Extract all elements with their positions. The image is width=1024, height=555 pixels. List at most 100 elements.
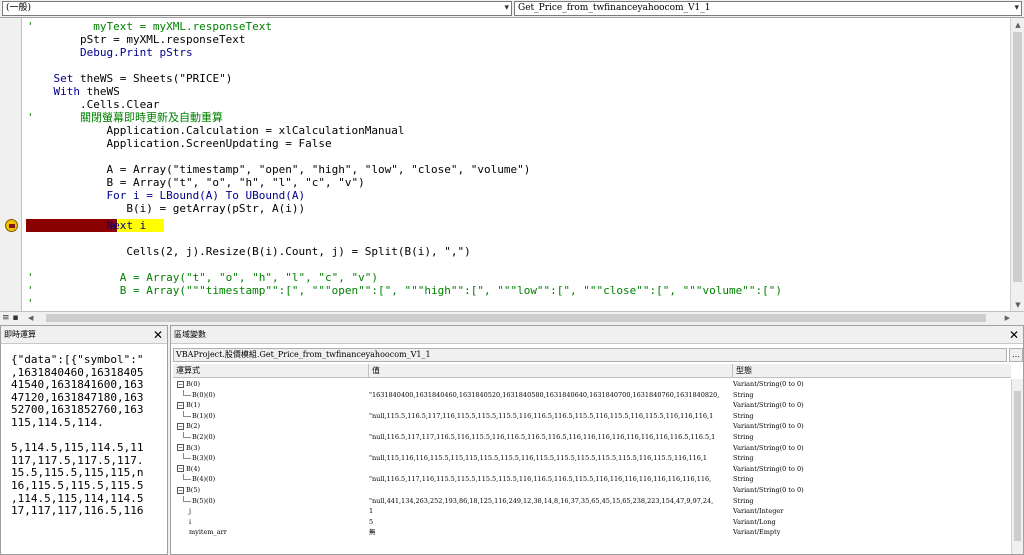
locals-type: String: [733, 411, 754, 420]
locals-row[interactable]: − B(0) Variant/String(0 to 0): [173, 379, 1011, 390]
locals-expression: i: [189, 517, 192, 526]
code-line: Cells(2, j).Resize(B(i).Count, j) = Spli…: [27, 245, 471, 258]
locals-window-title: 區域變數: [171, 326, 1023, 344]
keyword: Set: [53, 72, 74, 85]
locals-expression: B(0)(0): [173, 389, 368, 401]
locals-row[interactable]: j 1 Variant/Integer: [173, 506, 1011, 517]
tree-connector-icon: [183, 432, 191, 438]
locals-value[interactable]: "null,441,134,263,252,193,86,18,125,116,…: [369, 496, 729, 507]
locals-value[interactable]: "1631840400,1631840460,1631840520,163184…: [369, 390, 729, 401]
tree-connector-icon: [183, 474, 191, 481]
code-line: For i = LBound(A) To UBound(A): [27, 189, 306, 202]
locals-row[interactable]: − B(4) Variant/String(0 to 0): [173, 464, 1011, 475]
scroll-thumb[interactable]: [46, 314, 986, 322]
code-line: .Cells.Clear: [27, 98, 160, 111]
locals-row[interactable]: B(2)(0) "null,116.5,117,117,116.5,116,115…: [173, 432, 1011, 443]
code-line: Application.ScreenUpdating = False: [27, 137, 332, 150]
scroll-thumb[interactable]: [1014, 391, 1021, 541]
procedure-dropdown[interactable]: Get_Price_from_twfinanceyahoocom_V1_1 ▾: [514, 1, 1022, 16]
keyword: With: [53, 85, 81, 98]
call-stack-path: VBAProject.股價模組.Get_Price_from_twfinance…: [173, 348, 1007, 362]
chevron-down-icon[interactable]: ▾: [1014, 2, 1019, 15]
locals-expression: myitem_arr: [189, 528, 227, 537]
scroll-right-icon[interactable]: ▶: [1005, 312, 1010, 324]
code-line: Set theWS = Sheets("PRICE"): [53, 72, 233, 85]
code-line: B(i) = getArray(pStr, A(i)): [27, 202, 306, 215]
collapse-icon[interactable]: −: [177, 444, 184, 452]
locals-row[interactable]: B(1)(0) "null,115.5,116.5,117,116,115.5,1…: [173, 410, 1011, 422]
locals-value[interactable]: "null,115.5,116.5,117,116,115.5,115.5,11…: [369, 411, 729, 422]
locals-row[interactable]: − B(2) Variant/String(0 to 0): [173, 421, 1011, 432]
code-line-current: Next i: [27, 219, 147, 232]
view-toggle-icon[interactable]: ≡ ▪: [2, 312, 19, 324]
scroll-down-icon[interactable]: ▼: [1011, 298, 1024, 312]
code-line: Application.Calculation = xlCalculationM…: [27, 124, 405, 137]
chevron-down-icon[interactable]: ▾: [504, 2, 509, 15]
code-line: ': [27, 297, 34, 310]
locals-expression: j: [189, 507, 192, 516]
locals-tree[interactable]: − B(0) Variant/String(0 to 0) B(0)(0) "16318…: [173, 379, 1011, 554]
locals-expression: B(1)(0): [173, 410, 368, 422]
code-editor[interactable]: ' myText = myXML.responseText pStr = myX…: [0, 17, 1024, 312]
locals-type: Variant/Long: [733, 517, 776, 526]
procedure-dropdown-value: Get_Price_from_twfinanceyahoocom_V1_1: [518, 3, 711, 13]
locals-row[interactable]: − B(1) Variant/String(0 to 0): [173, 400, 1011, 411]
locals-row[interactable]: B(0)(0) "1631840400,1631840460,1631840520…: [173, 389, 1011, 401]
locals-type: Variant/String(0 to 0): [733, 443, 804, 452]
locals-type: String: [733, 496, 754, 505]
indicator-margin[interactable]: [0, 18, 22, 312]
collapse-icon[interactable]: −: [177, 422, 184, 430]
object-dropdown[interactable]: (一般) ▾: [2, 1, 512, 16]
column-header-expression[interactable]: 運算式: [173, 364, 369, 378]
locals-type: Variant/String(0 to 0): [733, 401, 804, 410]
locals-expression: − B(5): [177, 486, 200, 494]
locals-type: Variant/String(0 to 0): [733, 486, 804, 494]
tree-connector-icon: [183, 495, 191, 502]
code-line: B = Array("t", "o", "h", "l", "c", "v"): [27, 176, 365, 189]
tree-connector-icon: [183, 389, 191, 396]
scroll-thumb[interactable]: [1013, 32, 1022, 282]
scroll-up-icon[interactable]: ▲: [1011, 18, 1024, 32]
code-area[interactable]: ' myText = myXML.responseText pStr = myX…: [22, 18, 1010, 312]
column-header-type[interactable]: 型態: [733, 364, 1011, 378]
tree-connector-icon: [183, 453, 191, 460]
collapse-icon[interactable]: −: [177, 380, 184, 388]
column-header-value[interactable]: 值: [369, 364, 733, 378]
locals-row[interactable]: B(4)(0) "null,116.5,117,116,115.5,115.5,1…: [173, 474, 1011, 485]
locals-value[interactable]: 1: [369, 506, 729, 517]
locals-value[interactable]: "null,116.5,117,116,115.5,115.5,115.5,11…: [369, 474, 729, 485]
locals-expression: B(5)(0): [173, 495, 368, 507]
code-line: pStr = myXML.responseText: [27, 33, 246, 46]
locals-value[interactable]: 5: [369, 517, 729, 528]
locals-row[interactable]: − B(5) Variant/String(0 to 0): [173, 485, 1011, 496]
call-stack-button[interactable]: …: [1009, 348, 1023, 362]
locals-expression: B(3)(0): [173, 453, 368, 464]
locals-expression: − B(3): [177, 443, 200, 452]
locals-value[interactable]: 無: [369, 527, 729, 538]
locals-vertical-scrollbar[interactable]: [1011, 379, 1023, 554]
locals-value[interactable]: "null,116.5,117,117,116.5,116,115.5,116,…: [369, 432, 729, 443]
collapse-icon[interactable]: −: [177, 465, 184, 473]
locals-type: String: [733, 390, 754, 399]
code-vertical-scrollbar[interactable]: ▲ ▼: [1010, 18, 1024, 312]
collapse-icon[interactable]: −: [177, 401, 184, 409]
code-line: ' A = Array("t", "o", "h", "l", "c", "v"…: [27, 271, 378, 284]
immediate-window[interactable]: 即時運算 ✕ {"data":[{"symbol":" ,1631840460,…: [0, 325, 168, 555]
scroll-left-icon[interactable]: ◀: [28, 312, 33, 324]
code-line: ' B = Array("""timestamp"":[", """open""…: [27, 284, 782, 297]
locals-window[interactable]: 區域變數 ✕ VBAProject.股價模組.Get_Price_from_tw…: [170, 325, 1024, 555]
immediate-output[interactable]: {"data":[{"symbol":" ,1631840460,1631840…: [11, 354, 156, 554]
locals-row[interactable]: − B(3) Variant/String(0 to 0): [173, 443, 1011, 454]
close-icon[interactable]: ✕: [151, 328, 165, 342]
locals-value[interactable]: "null,115,116,116,115.5,115,115,115.5,11…: [369, 453, 729, 464]
code-line: A = Array("timestamp", "open", "high", "…: [27, 163, 531, 176]
locals-type: Variant/Integer: [733, 507, 784, 516]
locals-row[interactable]: B(5)(0) "null,441,134,263,252,193,86,18,1…: [173, 495, 1011, 507]
close-icon[interactable]: ✕: [1007, 328, 1021, 342]
locals-row[interactable]: i 5 Variant/Long: [173, 517, 1011, 528]
locals-expression: − B(4): [177, 464, 200, 473]
locals-row[interactable]: myitem_arr 無 Variant/Empty: [173, 527, 1011, 538]
locals-row[interactable]: B(3)(0) "null,115,116,116,115.5,115,115,1…: [173, 453, 1011, 464]
code-horizontal-scrollbar[interactable]: ≡ ▪ ◀ ▶: [0, 311, 1024, 323]
collapse-icon[interactable]: −: [177, 486, 184, 494]
